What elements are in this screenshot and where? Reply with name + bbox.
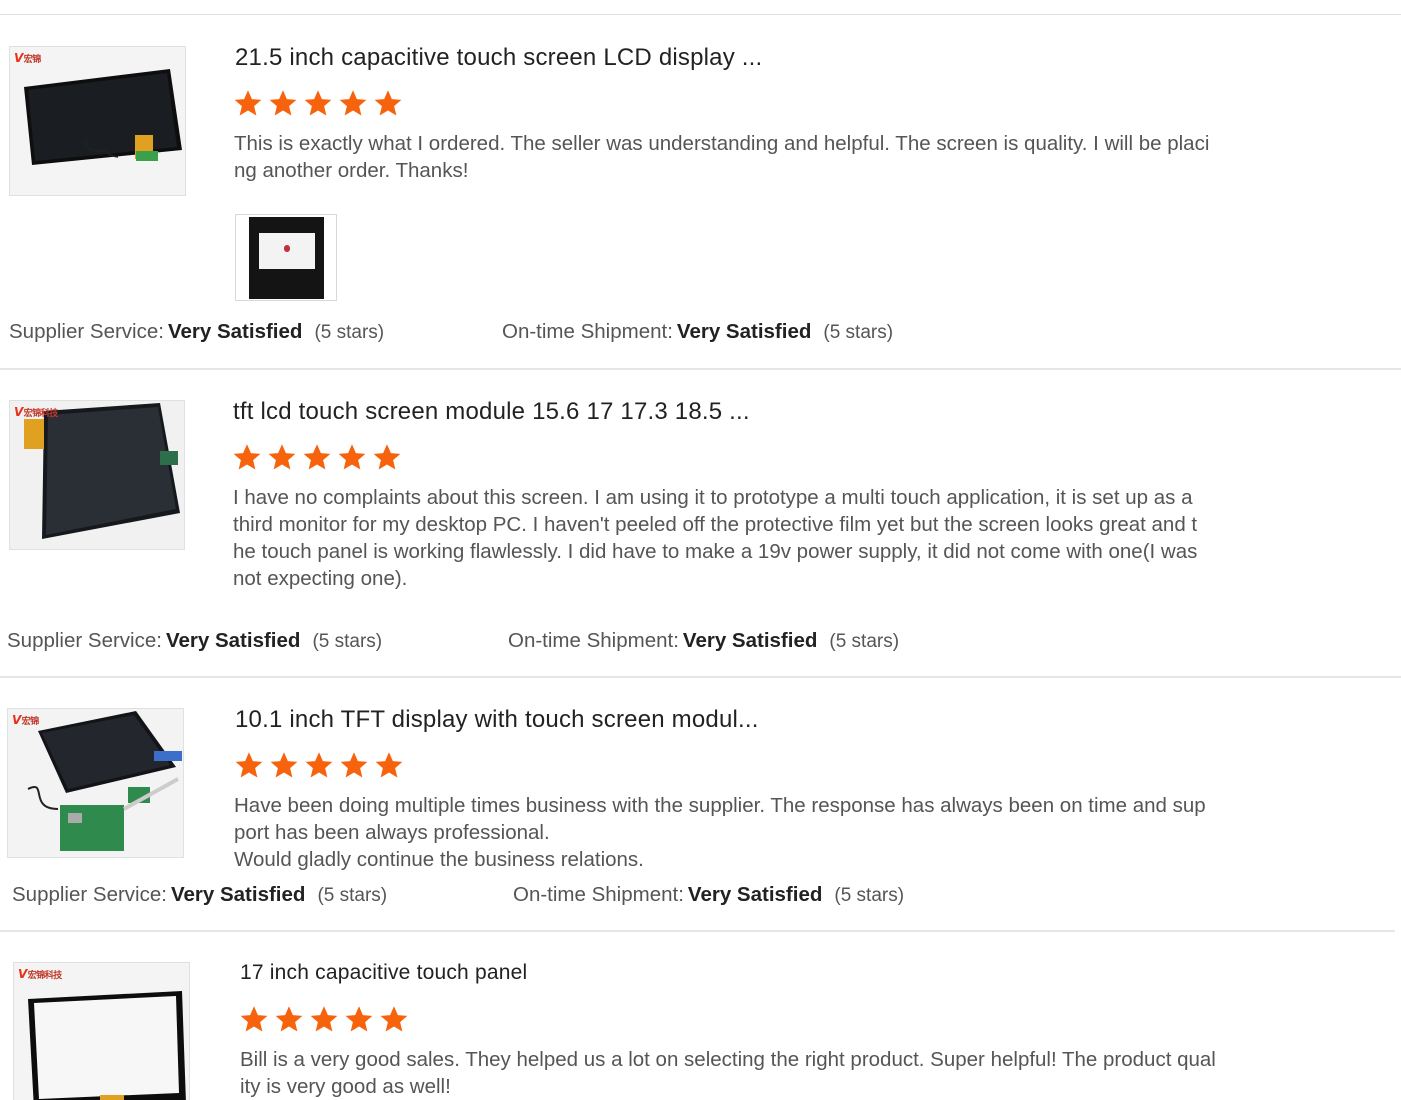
star-icon — [305, 752, 333, 778]
brand-logo: V宏锦 — [12, 713, 39, 727]
star-icon — [270, 752, 298, 778]
star-icon — [233, 444, 261, 470]
review-divider — [0, 930, 1395, 932]
brand-logo: V宏锦科技 — [14, 405, 58, 419]
comment-line: third monitor for my desktop PC. I haven… — [233, 513, 1198, 536]
shipment-rating: On-time Shipment: Very Satisfied (5 stars) — [513, 883, 904, 907]
star-icon — [240, 1006, 268, 1032]
comment-line: port has been always professional. — [234, 821, 550, 844]
star-rating — [233, 88, 403, 118]
star-icon — [234, 90, 262, 116]
shipment-value: Very Satisfied — [676, 320, 812, 343]
star-icon — [339, 90, 367, 116]
shipment-label: On-time Shipment: — [508, 629, 679, 652]
shipment-label: On-time Shipment: — [513, 883, 684, 906]
comment-line: he touch panel is working flawlessly. I … — [233, 540, 1198, 563]
comment-line: ng another order. Thanks! — [234, 159, 469, 182]
product-thumbnail[interactable]: V宏锦 — [9, 46, 186, 196]
supplier-service-label: Supplier Service: — [12, 883, 167, 906]
star-icon — [374, 90, 402, 116]
product-title[interactable]: 21.5 inch capacitive touch screen LCD di… — [235, 44, 762, 72]
product-thumbnail[interactable]: V宏锦科技 — [13, 962, 190, 1100]
star-rating — [232, 442, 402, 472]
supplier-service-rating: Supplier Service: Very Satisfied (5 stars) — [12, 883, 387, 907]
review-comment: Bill is a very good sales. They helped u… — [240, 1046, 1216, 1100]
star-icon — [235, 752, 263, 778]
supplier-service-label: Supplier Service: — [9, 320, 164, 343]
star-icon — [275, 1006, 303, 1032]
comment-line: Would gladly continue the business relat… — [234, 848, 644, 871]
star-icon — [269, 90, 297, 116]
product-thumbnail[interactable]: V宏锦 — [7, 708, 184, 858]
product-title[interactable]: 10.1 inch TFT display with touch screen … — [235, 706, 759, 734]
star-icon — [268, 444, 296, 470]
comment-line: not expecting one). — [233, 567, 408, 590]
product-thumbnail[interactable]: V宏锦科技 — [9, 400, 185, 550]
shipment-rating: On-time Shipment: Very Satisfied (5 stars) — [508, 629, 899, 653]
comment-line: I have no complaints about this screen. … — [233, 486, 1193, 509]
review-photo[interactable] — [235, 214, 337, 301]
top-divider — [0, 14, 1401, 15]
shipment-count: (5 stars) — [823, 322, 894, 343]
comment-line: Have been doing multiple times business … — [234, 794, 1206, 817]
star-icon — [310, 1006, 338, 1032]
comment-line: ity is very good as well! — [240, 1075, 451, 1098]
supplier-service-count: (5 stars) — [314, 322, 385, 343]
supplier-service-rating: Supplier Service: Very Satisfied (5 stars) — [9, 320, 384, 344]
review-divider — [0, 368, 1401, 370]
review-divider — [0, 676, 1401, 678]
supplier-service-value: Very Satisfied — [167, 320, 303, 343]
supplier-service-value: Very Satisfied — [170, 883, 306, 906]
lcd-display-icon — [10, 47, 185, 195]
comment-line: Bill is a very good sales. They helped u… — [240, 1048, 1216, 1071]
tft-module-icon — [10, 401, 184, 549]
star-icon — [373, 444, 401, 470]
tft-display-board-icon — [8, 709, 183, 857]
shipment-count: (5 stars) — [834, 885, 905, 906]
supplier-service-value: Very Satisfied — [165, 629, 301, 652]
shipment-value: Very Satisfied — [687, 883, 823, 906]
shipment-value: Very Satisfied — [682, 629, 818, 652]
comment-line: This is exactly what I ordered. The sell… — [234, 132, 1210, 155]
product-title[interactable]: tft lcd touch screen module 15.6 17 17.3… — [233, 398, 750, 426]
star-icon — [345, 1006, 373, 1032]
star-icon — [338, 444, 366, 470]
star-rating — [234, 750, 404, 780]
star-rating — [239, 1004, 409, 1034]
review-comment: I have no complaints about this screen. … — [233, 484, 1197, 592]
shipment-rating: On-time Shipment: Very Satisfied (5 stars) — [502, 320, 893, 344]
shipment-count: (5 stars) — [829, 631, 900, 652]
brand-logo: V宏锦科技 — [18, 967, 62, 981]
review-comment: This is exactly what I ordered. The sell… — [234, 130, 1209, 184]
brand-logo: V宏锦 — [14, 51, 41, 65]
star-icon — [375, 752, 403, 778]
supplier-service-count: (5 stars) — [312, 631, 383, 652]
star-icon — [304, 90, 332, 116]
star-icon — [340, 752, 368, 778]
shipment-label: On-time Shipment: — [502, 320, 673, 343]
supplier-service-rating: Supplier Service: Very Satisfied (5 stars) — [7, 629, 382, 653]
star-icon — [303, 444, 331, 470]
touch-panel-icon — [14, 963, 189, 1100]
product-title[interactable]: 17 inch capacitive touch panel — [240, 961, 527, 985]
supplier-service-label: Supplier Service: — [7, 629, 162, 652]
supplier-service-count: (5 stars) — [317, 885, 388, 906]
review-comment: Have been doing multiple times business … — [234, 792, 1206, 873]
star-icon — [380, 1006, 408, 1032]
